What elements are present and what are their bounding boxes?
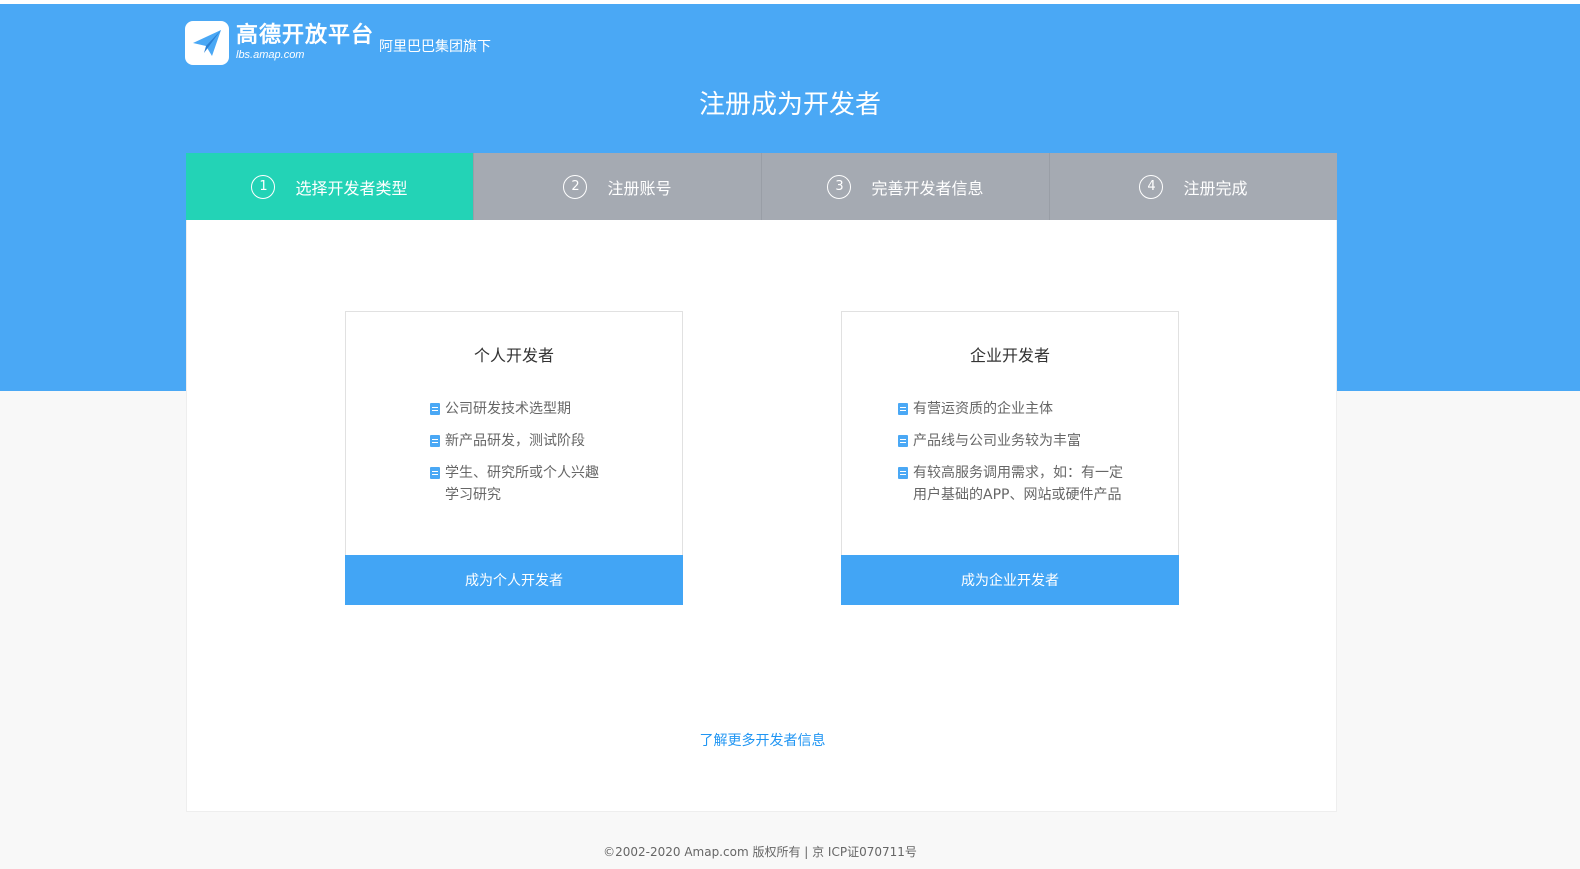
step-progress: 1 选择开发者类型 2 注册账号 3 完善开发者信息 4 注册完成: [186, 153, 1337, 220]
step-label: 注册账号: [607, 178, 672, 198]
list-item-text: 有较高服务调用需求，如：有一定用户基础的APP、网站或硬件产品: [913, 465, 1123, 503]
step-label: 完善开发者信息: [871, 178, 984, 198]
step-number: 3: [827, 174, 852, 199]
become-personal-developer-button[interactable]: 成为个人开发者: [345, 555, 683, 605]
paper-plane-logo-icon: [185, 21, 229, 65]
document-icon: [898, 467, 908, 479]
step-number: 2: [563, 174, 588, 199]
list-item: 有较高服务调用需求，如：有一定用户基础的APP、网站或硬件产品: [898, 462, 1128, 506]
footer-copyright: ©2002-2020 Amap.com 版权所有 | 京 ICP证070711号: [603, 845, 917, 859]
document-icon: [430, 403, 440, 415]
list-item-text: 新产品研发，测试阶段: [445, 433, 585, 449]
document-icon: [430, 435, 440, 447]
list-item-text: 产品线与公司业务较为丰富: [913, 433, 1081, 449]
list-item: 有营运资质的企业主体: [898, 398, 1128, 420]
step-number: 1: [251, 174, 276, 199]
logo-url: lbs.amap.com: [236, 49, 305, 61]
logo-subtitle: 阿里巴巴集团旗下: [379, 39, 491, 55]
list-item: 产品线与公司业务较为丰富: [898, 430, 1128, 452]
logo[interactable]: 高德开放平台 lbs.amap.com: [185, 19, 374, 67]
step-2: 2 注册账号: [473, 153, 761, 220]
list-item-text: 有营运资质的企业主体: [913, 401, 1053, 417]
page-title: 注册成为开发者: [698, 90, 881, 120]
logo-name: 高德开放平台: [236, 23, 375, 48]
learn-more-link[interactable]: 了解更多开发者信息: [187, 730, 1338, 750]
feature-list: 有营运资质的企业主体 产品线与公司业务较为丰富 有较高服务调用需求，如：有一定用…: [898, 398, 1128, 516]
step-label: 选择开发者类型: [295, 178, 408, 198]
step-3: 3 完善开发者信息: [761, 153, 1049, 220]
enterprise-developer-card: 企业开发者 有营运资质的企业主体 产品线与公司业务较为丰富 有较高服务调用需求，…: [841, 311, 1179, 605]
step-label: 注册完成: [1183, 178, 1248, 198]
list-item: 公司研发技术选型期: [430, 398, 610, 420]
personal-developer-card: 个人开发者 公司研发技术选型期 新产品研发，测试阶段 学生、研究所或个人兴趣学习…: [345, 311, 683, 605]
step-1: 1 选择开发者类型: [186, 153, 473, 220]
list-item-text: 学生、研究所或个人兴趣学习研究: [445, 465, 599, 503]
feature-list: 公司研发技术选型期 新产品研发，测试阶段 学生、研究所或个人兴趣学习研究: [430, 398, 610, 516]
document-icon: [898, 403, 908, 415]
list-item: 新产品研发，测试阶段: [430, 430, 610, 452]
content-panel: 个人开发者 公司研发技术选型期 新产品研发，测试阶段 学生、研究所或个人兴趣学习…: [186, 220, 1337, 812]
list-item: 学生、研究所或个人兴趣学习研究: [430, 462, 610, 506]
step-number: 4: [1139, 174, 1164, 199]
card-title: 个人开发者: [473, 346, 554, 365]
list-item-text: 公司研发技术选型期: [445, 401, 571, 417]
document-icon: [430, 467, 440, 479]
document-icon: [898, 435, 908, 447]
step-4: 4 注册完成: [1049, 153, 1337, 220]
card-title: 企业开发者: [969, 346, 1050, 365]
become-enterprise-developer-button[interactable]: 成为企业开发者: [841, 555, 1179, 605]
